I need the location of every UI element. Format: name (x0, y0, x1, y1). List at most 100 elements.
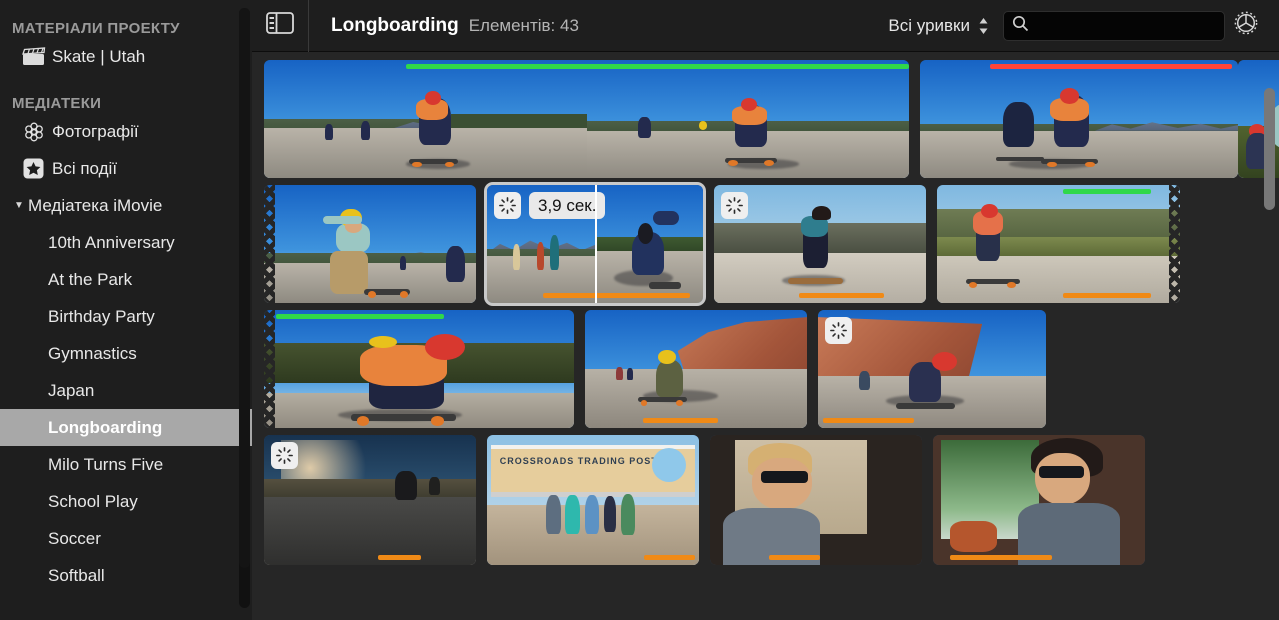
sidebar-item-at-the-park[interactable]: At the Park (0, 261, 252, 298)
clip-row3-b[interactable] (585, 310, 807, 428)
keyword-bar (643, 555, 695, 560)
clip-filter-popup[interactable]: Всі уривки (888, 16, 989, 36)
sidebar-item-birthday-party[interactable]: Birthday Party (0, 298, 252, 335)
clip-browser[interactable]: 3,9 сек. CROSSROADS TRADING POST (252, 52, 1279, 620)
clip-row2-c[interactable] (714, 185, 926, 303)
sidebar-item-label: Milo Turns Five (48, 454, 164, 474)
sidebar-item-label: Birthday Party (48, 306, 155, 326)
sidebar-section-header-libraries: МЕДІАТЕКИ (12, 94, 102, 112)
filmstrip-frame (585, 310, 807, 428)
keyword-bar (822, 418, 914, 423)
imovie-window: МАТЕРІАЛИ ПРОЕКТУ Skate | Utah МЕДІАТЕКИ (0, 0, 1279, 620)
keyword-bar (642, 418, 719, 423)
clip-row4-a[interactable] (264, 435, 476, 565)
main-area: Longboarding Елементів: 43 Всі уривки 3,… (252, 0, 1279, 620)
clip-row2-a[interactable] (264, 185, 476, 303)
analyzing-spinner-icon (271, 442, 298, 469)
sidebar-item-label: Softball (48, 565, 105, 585)
filmstrip-frame (933, 435, 1145, 565)
search-field[interactable] (1003, 10, 1225, 41)
analyzing-spinner-icon (494, 192, 521, 219)
sidebar-item-label: 10th Anniversary (48, 232, 175, 252)
keyword-bar (769, 555, 821, 560)
favorite-bar (1063, 189, 1151, 194)
sidebar-item-10th-anniversary[interactable]: 10th Anniversary (0, 224, 252, 261)
clip-row: 3,9 сек. (264, 185, 1279, 303)
toolbar-right-group: Всі уривки (888, 6, 1279, 46)
photos-flower-icon (22, 120, 52, 144)
sidebar-item-photos[interactable]: Фотографії (0, 113, 252, 150)
sidebar-item-soccer[interactable]: Soccer (0, 520, 252, 557)
sign-text: CROSSROADS TRADING POST (499, 455, 658, 466)
clip-row3-c[interactable] (818, 310, 1046, 428)
favorite-bar (276, 314, 444, 319)
keyword-bar (798, 293, 884, 298)
filmstrip-frame: CROSSROADS TRADING POST (487, 435, 699, 565)
sidebar-item-label: Skate | Utah (52, 46, 146, 66)
sidebar-item-label: At the Park (48, 269, 133, 289)
sidebar-toggle-button[interactable] (252, 0, 309, 52)
sidebar-item-school-play[interactable]: School Play (0, 483, 252, 520)
sidebar-item-label: Longboarding (48, 417, 163, 437)
chevron-up-down-icon[interactable] (978, 16, 989, 36)
sidebar-item-label: Фотографії (52, 121, 139, 141)
clip-row (264, 310, 1279, 428)
sidebar-section-header-project-media: МАТЕРІАЛИ ПРОЕКТУ (12, 19, 180, 37)
sidebar-item-gymnastics[interactable]: Gymnastics (0, 335, 252, 372)
clip-row1-filmstrip-a[interactable] (264, 60, 909, 178)
keyword-bar (378, 555, 421, 560)
sidebar-library-label: Медіатека iMovie (28, 195, 163, 215)
filmstrip-frame (264, 60, 587, 178)
sidebar-toggle-icon (266, 12, 294, 39)
settings-button[interactable] (1225, 6, 1267, 46)
star-icon (22, 157, 52, 180)
clip-row1-filmstrip-b[interactable] (920, 60, 1238, 178)
filmstrip-frame (586, 60, 909, 178)
filmstrip-frame (710, 435, 922, 565)
clip-row4-d[interactable] (933, 435, 1145, 565)
analyzing-spinner-icon (721, 192, 748, 219)
browser-scrollbar-thumb[interactable] (1264, 88, 1275, 210)
clip-row4-b[interactable]: CROSSROADS TRADING POST (487, 435, 699, 565)
search-icon (1012, 15, 1029, 37)
sidebar-item-skate-utah[interactable]: Skate | Utah (0, 38, 252, 75)
rejected-bar (989, 64, 1232, 69)
clapperboard-icon (22, 46, 52, 67)
keyword-bar (1063, 293, 1151, 298)
search-input[interactable] (1035, 17, 1215, 34)
clip-row2-b-selected[interactable]: 3,9 сек. (487, 185, 703, 303)
filmstrip-frame (264, 185, 476, 303)
page-title: Longboarding (331, 14, 459, 36)
clip-row2-d[interactable] (937, 185, 1180, 303)
sidebar-item-milo-turns-five[interactable]: Milo Turns Five (0, 446, 252, 483)
keyword-bar (543, 293, 691, 298)
sidebar-item-label: Soccer (48, 528, 101, 548)
skimmer-playhead[interactable] (595, 185, 597, 303)
sidebar-item-japan[interactable]: Japan (0, 372, 252, 409)
clip-row4-c[interactable] (710, 435, 922, 565)
sidebar-item-longboarding[interactable]: Longboarding (0, 409, 252, 446)
browser-title-group: Longboarding Елементів: 43 (309, 15, 579, 37)
sidebar-item-imovie-library[interactable]: ▼ Медіатека iMovie (0, 187, 252, 224)
gear-icon (1233, 10, 1259, 41)
sidebar-item-label: Gymnastics (48, 343, 137, 363)
sidebar-item-label: Всі події (52, 158, 118, 178)
sidebar-item-label: School Play (48, 491, 138, 511)
chevron-down-icon[interactable]: ▼ (10, 200, 28, 211)
clip-row: CROSSROADS TRADING POST (264, 435, 1279, 565)
filmstrip-frame (937, 185, 1180, 303)
sidebar-scrollbar-thumb[interactable] (239, 8, 250, 568)
duration-badge: 3,9 сек. (529, 192, 606, 219)
clip-filter-label: Всі уривки (888, 15, 970, 35)
filmstrip-frame (264, 310, 574, 428)
sidebar-item-softball[interactable]: Softball (0, 557, 252, 594)
toolbar: Longboarding Елементів: 43 Всі уривки (252, 0, 1279, 52)
sidebar-scrollbar-track[interactable] (239, 8, 250, 608)
filmstrip-frame (818, 310, 1046, 428)
clip-row3-a[interactable] (264, 310, 574, 428)
sidebar-item-label: Japan (48, 380, 95, 400)
sidebar: МАТЕРІАЛИ ПРОЕКТУ Skate | Utah МЕДІАТЕКИ (0, 0, 252, 620)
sidebar-item-all-events[interactable]: Всі події (0, 150, 252, 187)
filmstrip-frame (920, 60, 1238, 178)
clip-row (264, 60, 1279, 210)
